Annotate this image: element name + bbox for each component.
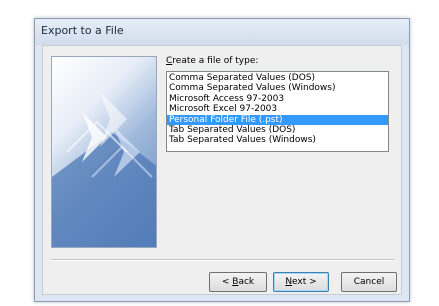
list-item[interactable]: Tab Separated Values (Windows) bbox=[167, 135, 388, 145]
dialog-title: Export to a File bbox=[41, 24, 124, 37]
list-item[interactable]: Tab Separated Values (DOS) bbox=[167, 125, 388, 135]
list-item[interactable]: Comma Separated Values (DOS) bbox=[167, 73, 388, 83]
list-item[interactable]: Personal Folder File (.pst) bbox=[167, 114, 388, 125]
wizard-graphic bbox=[51, 56, 157, 248]
export-dialog: Export to a File Create a file of type: … bbox=[34, 18, 410, 302]
back-button[interactable]: < Back bbox=[209, 272, 267, 292]
wizard-arrows-icon bbox=[52, 92, 156, 247]
cancel-button[interactable]: Cancel bbox=[341, 272, 397, 292]
file-type-label: Create a file of type: bbox=[166, 56, 259, 66]
list-item[interactable]: Microsoft Access 97-2003 bbox=[167, 94, 388, 104]
button-separator bbox=[51, 259, 395, 261]
list-item[interactable]: Comma Separated Values (Windows) bbox=[167, 83, 388, 93]
list-item[interactable]: Microsoft Excel 97-2003 bbox=[167, 104, 388, 114]
dialog-titlebar[interactable]: Export to a File bbox=[35, 19, 409, 45]
next-button[interactable]: Next > bbox=[273, 272, 329, 292]
dialog-content: Create a file of type: Comma Separated V… bbox=[42, 45, 402, 295]
file-type-listbox[interactable]: Comma Separated Values (DOS) Comma Separa… bbox=[166, 71, 389, 152]
